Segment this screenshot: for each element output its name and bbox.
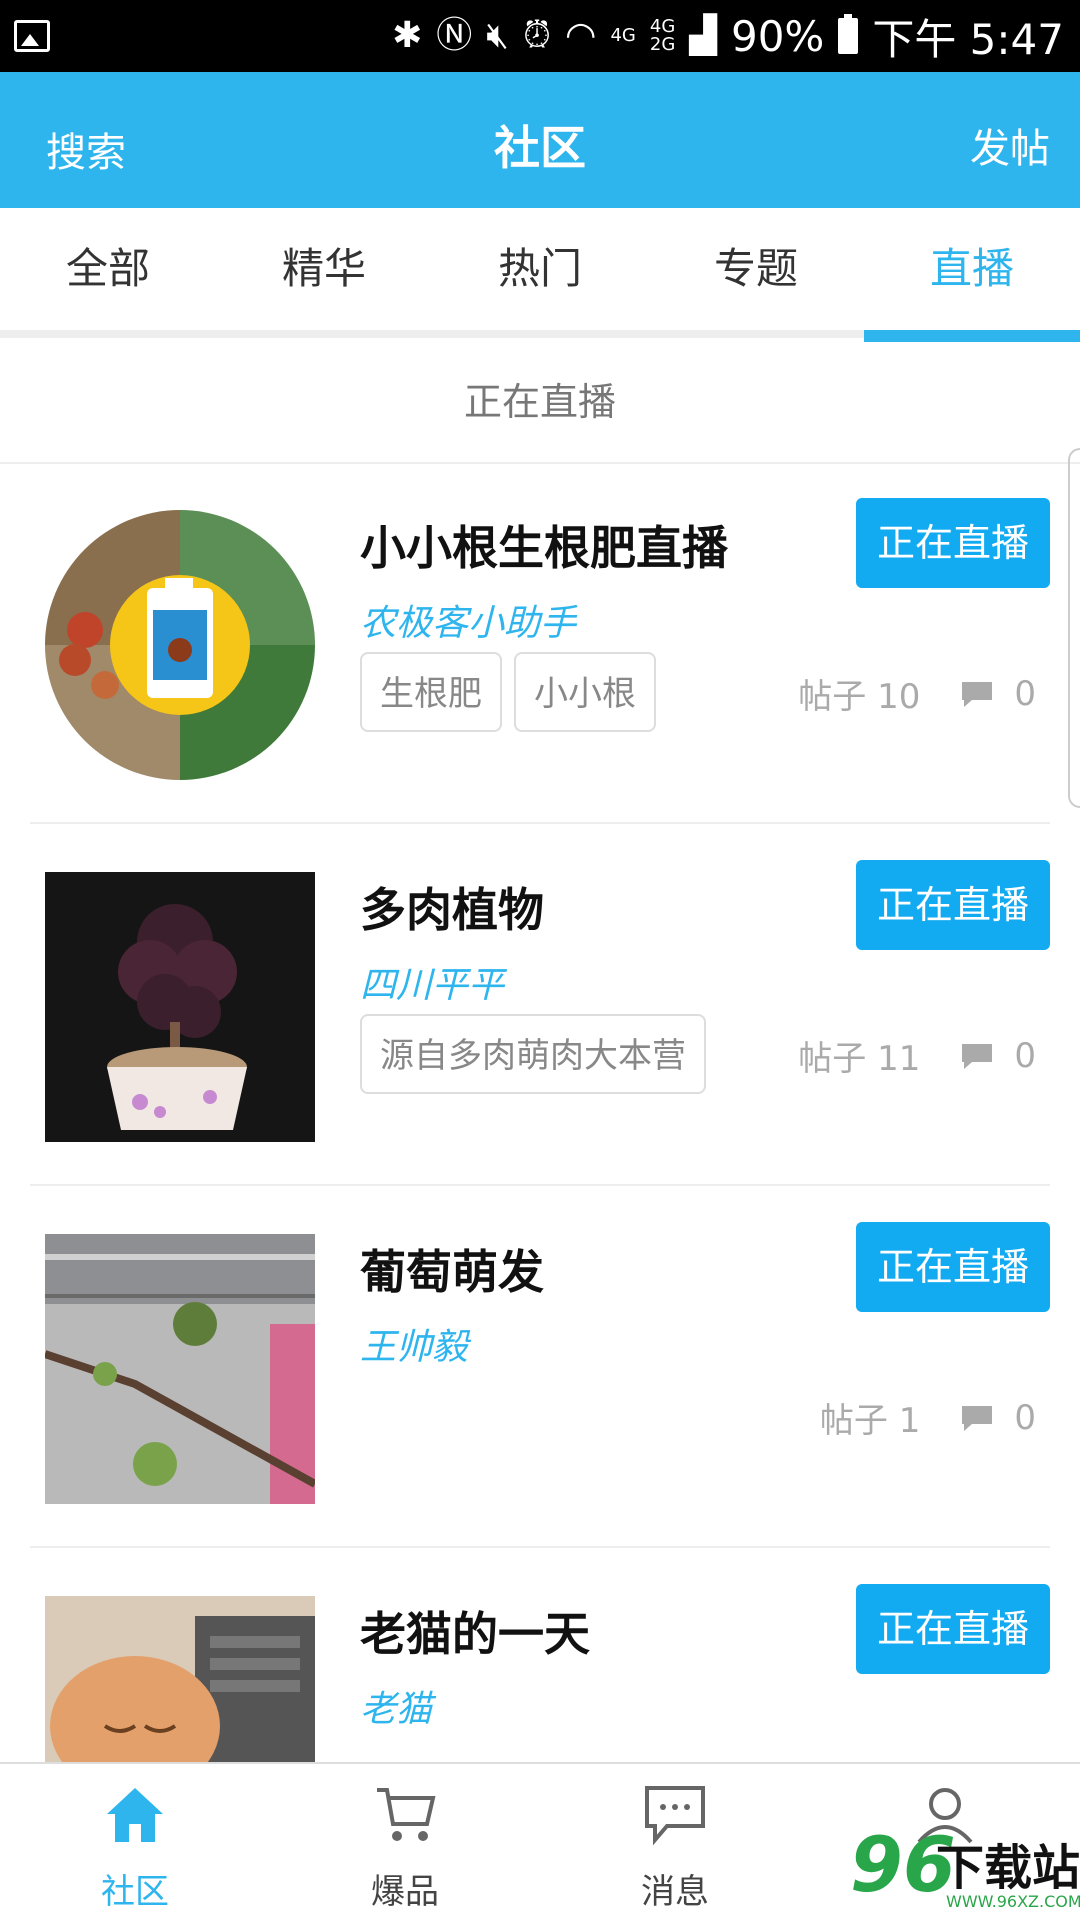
tag[interactable]: 源自多肉萌肉大本营 bbox=[360, 1014, 706, 1094]
app-header: 搜索 社区 发帖 bbox=[0, 72, 1080, 208]
tab-indicator bbox=[864, 330, 1080, 342]
tab-all[interactable]: 全部 bbox=[0, 208, 216, 330]
item-title: 多肉植物 bbox=[360, 883, 544, 937]
item-author[interactable]: 四川平平 bbox=[360, 956, 504, 1008]
item-thumbnail bbox=[45, 1234, 315, 1504]
battery-percent: 90% bbox=[730, 11, 825, 61]
gallery-icon bbox=[14, 20, 50, 52]
network-type: 4G 2G bbox=[649, 16, 676, 55]
post-count: 帖子 11 bbox=[798, 1039, 921, 1079]
comment-count: 0 bbox=[1014, 1397, 1036, 1438]
item-stats: 帖子 1 0 bbox=[820, 1393, 1036, 1442]
status-bar: ✱ Ⓝ 🔇︎ ⏰︎ ◠ 4G 4G 2G ▟ 90% 下午 5:47 bbox=[0, 0, 1080, 72]
nav-label: 社区 bbox=[101, 1872, 169, 1912]
item-thumbnail bbox=[45, 510, 315, 780]
post-count: 帖子 10 bbox=[798, 677, 921, 717]
comment-icon bbox=[962, 1043, 993, 1069]
item-stats: 帖子 10 0 bbox=[798, 669, 1036, 718]
item-title: 葡萄萌发 bbox=[360, 1245, 544, 1299]
tab-featured[interactable]: 精华 bbox=[216, 208, 432, 330]
bluetooth-icon: ✱ bbox=[392, 15, 423, 56]
live-button[interactable]: 正在直播 bbox=[856, 1584, 1050, 1674]
item-author[interactable]: 老猫 bbox=[360, 1680, 432, 1732]
battery-icon bbox=[838, 14, 859, 54]
live-button[interactable]: 正在直播 bbox=[856, 1222, 1050, 1312]
tag[interactable]: 生根肥 bbox=[360, 652, 502, 732]
comment-count: 0 bbox=[1014, 673, 1036, 714]
item-thumbnail bbox=[45, 1596, 315, 1762]
cart-icon bbox=[377, 1788, 436, 1841]
nav-label: 爆品 bbox=[371, 1872, 439, 1912]
mute-icon: 🔇︎ bbox=[486, 15, 509, 56]
wifi-icon: ◠ bbox=[565, 15, 597, 56]
tag[interactable]: 小小根 bbox=[514, 652, 656, 732]
tab-live[interactable]: 直播 bbox=[864, 208, 1080, 330]
network-label: 4G bbox=[610, 25, 636, 46]
alarm-icon: ⏰︎ bbox=[522, 15, 552, 56]
item-author[interactable]: 王帅毅 bbox=[360, 1318, 468, 1370]
tab-bar: 全部 精华 热门 专题 直播 bbox=[0, 208, 1080, 338]
live-list-item[interactable]: 老猫的一天 老猫 正在直播 bbox=[0, 1550, 1080, 1762]
nav-products[interactable]: 爆品 bbox=[270, 1764, 540, 1922]
nfc-icon: Ⓝ bbox=[436, 15, 473, 56]
watermark-logo: 96 下载站 WWW.96XZ.COM bbox=[850, 1820, 1080, 1920]
watermark-text: 下载站 bbox=[936, 1840, 1080, 1896]
watermark-url: WWW.96XZ.COM bbox=[946, 1892, 1080, 1911]
item-author[interactable]: 农极客小助手 bbox=[360, 594, 576, 646]
item-thumbnail bbox=[45, 872, 315, 1142]
signal-icon: ▟ bbox=[689, 15, 717, 56]
item-stats: 帖子 11 0 bbox=[798, 1031, 1036, 1080]
comment-icon bbox=[962, 1405, 993, 1431]
item-title: 老猫的一天 bbox=[360, 1607, 590, 1661]
divider bbox=[30, 822, 1050, 824]
section-title: 正在直播 bbox=[0, 342, 1080, 464]
divider bbox=[30, 1184, 1050, 1186]
tab-topics[interactable]: 专题 bbox=[648, 208, 864, 330]
nav-community[interactable]: 社区 bbox=[0, 1764, 270, 1922]
item-title: 小小根生根肥直播 bbox=[360, 521, 728, 575]
comment-icon bbox=[962, 681, 993, 707]
post-count: 帖子 1 bbox=[819, 1401, 921, 1441]
tab-hot[interactable]: 热门 bbox=[432, 208, 648, 330]
post-button[interactable]: 发帖 bbox=[970, 116, 1050, 174]
live-list-item[interactable]: 多肉植物 四川平平 正在直播 源自多肉萌肉大本营 帖子 11 0 bbox=[0, 826, 1080, 1186]
home-icon bbox=[107, 1788, 163, 1842]
nav-messages[interactable]: 消息 bbox=[540, 1764, 810, 1922]
live-list-item[interactable]: 小小根生根肥直播 农极客小助手 正在直播 生根肥 小小根 帖子 10 0 bbox=[0, 464, 1080, 824]
live-list-item[interactable]: 葡萄萌发 王帅毅 正在直播 帖子 1 0 bbox=[0, 1188, 1080, 1548]
comment-count: 0 bbox=[1014, 1035, 1036, 1076]
nav-label: 消息 bbox=[641, 1872, 709, 1912]
page-title: 社区 bbox=[494, 121, 586, 175]
divider bbox=[30, 1546, 1050, 1548]
live-button[interactable]: 正在直播 bbox=[856, 498, 1050, 588]
clock: 下午 5:47 bbox=[872, 14, 1064, 64]
live-button[interactable]: 正在直播 bbox=[856, 860, 1050, 950]
message-icon bbox=[645, 1786, 705, 1846]
